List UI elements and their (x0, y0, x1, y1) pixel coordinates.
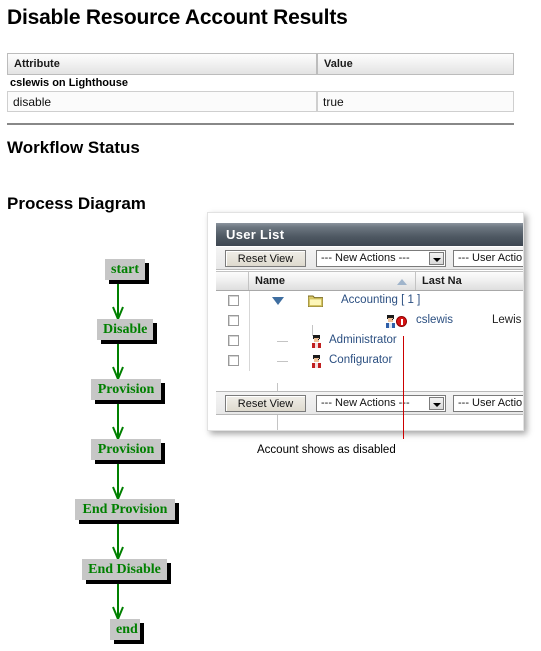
row-checkbox[interactable] (228, 335, 239, 346)
column-header-last-name[interactable]: Last Na (416, 272, 523, 290)
flow-node-label: End Provision (82, 502, 168, 517)
annotation-pointer-line (403, 336, 404, 439)
new-actions-select-value-top: --- New Actions --- (321, 252, 410, 264)
attributes-table: Attribute Value cslewis on Lighthouse di… (7, 53, 514, 112)
column-header-attribute: Attribute (7, 53, 317, 75)
panel-header-title: User List (216, 223, 523, 246)
flow-arrow (111, 580, 125, 622)
table-row[interactable]: cslewis Lewis (216, 311, 523, 336)
row-last-name-cslewis: Lewis (492, 314, 522, 326)
flow-node-provision[interactable]: Provision (91, 439, 161, 460)
table-row[interactable]: Configurator (216, 351, 523, 371)
column-header-name[interactable]: Name (249, 272, 416, 290)
process-diagram-title: Process Diagram (7, 194, 146, 213)
reset-view-button-top[interactable]: Reset View (225, 250, 306, 267)
group-label: cslewis on Lighthouse (7, 75, 514, 91)
flow-node-label: Disable (103, 322, 148, 337)
flow-node-disable[interactable]: Disable (97, 319, 153, 340)
row-checkbox-cell (216, 331, 250, 351)
table-row[interactable]: Administrator (216, 331, 523, 351)
page-title: Disable Resource Account Results (7, 6, 348, 29)
column-header-checkbox (216, 272, 249, 290)
sort-ascending-icon (397, 279, 407, 285)
table-group-row: cslewis on Lighthouse (7, 75, 514, 91)
flow-arrow (111, 520, 125, 562)
column-header-name-label: Name (255, 275, 285, 287)
annotation-caption: Account shows as disabled (257, 444, 396, 456)
grid-body: Accounting [ 1 ] cslewis Lewis Administr… (216, 291, 523, 430)
folder-icon (307, 295, 324, 308)
row-checkbox[interactable] (228, 295, 239, 306)
column-header-value: Value (317, 53, 514, 75)
user-actions-select-value-top: --- User Actio (458, 252, 523, 264)
flow-node-label: start (111, 262, 139, 277)
new-actions-select-value-bottom: --- New Actions --- (321, 397, 410, 409)
user-actions-select-top[interactable]: --- User Actio (453, 250, 523, 267)
tree-collapse-icon[interactable] (272, 297, 284, 305)
flow-node-start[interactable]: start (105, 259, 145, 280)
chevron-down-icon[interactable] (429, 397, 444, 410)
flow-node-label: Provision (97, 382, 155, 397)
user-icon-red (310, 334, 323, 348)
tree-branch-elbow (277, 341, 288, 342)
tree-branch-elbow (277, 361, 288, 362)
user-icon-red (310, 354, 323, 368)
workflow-status-title: Workflow Status (7, 138, 140, 157)
user-actions-select-value-bottom: --- User Actio (458, 397, 523, 409)
flow-node-end-provision[interactable]: End Provision (75, 499, 175, 520)
table-row[interactable]: Accounting [ 1 ] (216, 291, 523, 311)
table-header-row: Attribute Value (7, 53, 514, 75)
user-actions-select-bottom[interactable]: --- User Actio (453, 395, 523, 412)
reset-view-button-bottom[interactable]: Reset View (225, 395, 306, 412)
chevron-down-icon[interactable] (429, 252, 444, 265)
new-actions-select-top[interactable]: --- New Actions --- (316, 250, 446, 267)
row-checkbox-cell (216, 291, 250, 311)
toolbar-bottom: Reset View --- New Actions --- --- User … (216, 391, 523, 415)
flow-arrow (111, 400, 125, 442)
cell-attribute-name: disable (7, 91, 317, 112)
flow-node-label: Provision (97, 442, 155, 457)
flow-arrow (111, 460, 125, 502)
row-name-configurator[interactable]: Configurator (329, 351, 392, 371)
flow-node-label: end (116, 622, 138, 637)
section-divider (7, 123, 514, 125)
user-list-panel: User List Reset View --- New Actions ---… (207, 212, 524, 431)
row-checkbox-cell (216, 351, 250, 371)
flow-arrow (111, 280, 125, 322)
table-row: disable true (7, 91, 514, 112)
row-checkbox-cell (216, 311, 250, 331)
grid-column-headers: Name Last Na (216, 271, 523, 291)
row-name-administrator[interactable]: Administrator (329, 331, 397, 351)
toolbar-top: Reset View --- New Actions --- --- User … (216, 246, 523, 270)
flow-node-provision[interactable]: Provision (91, 379, 161, 400)
flow-arrow (111, 340, 125, 382)
row-checkbox[interactable] (228, 315, 239, 326)
process-diagram: start Disable Provision Provision End Provis… (0, 250, 210, 650)
new-actions-select-bottom[interactable]: --- New Actions --- (316, 395, 446, 412)
row-name-cslewis[interactable]: cslewis (416, 311, 453, 331)
disabled-badge-icon (396, 316, 407, 327)
row-checkbox[interactable] (228, 355, 239, 366)
cell-attribute-value: true (317, 91, 514, 112)
flow-node-end[interactable]: end (110, 619, 140, 640)
row-name-accounting[interactable]: Accounting [ 1 ] (341, 291, 420, 311)
flow-node-end-disable[interactable]: End Disable (82, 559, 167, 580)
flow-node-label: End Disable (88, 562, 161, 577)
